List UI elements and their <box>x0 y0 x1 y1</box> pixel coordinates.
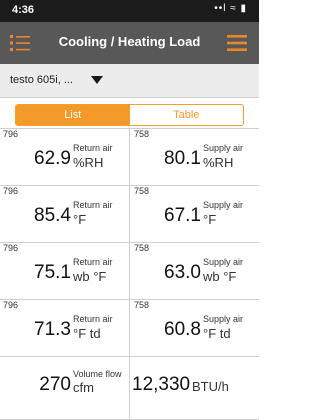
probe-serial: 758 <box>134 243 150 253</box>
probe-serial: 796 <box>3 300 19 310</box>
measurement-desc: Supply air <box>203 314 244 324</box>
measurement-value: 71.3 <box>34 319 71 340</box>
probe-serial: 758 <box>134 300 150 310</box>
measurement-value: 60.8 <box>164 319 201 340</box>
load-unit: BTU/h <box>192 379 229 394</box>
measurement-cell[interactable]: 758 67.1 Supply air °F <box>130 185 259 242</box>
measurement-value: 75.1 <box>34 262 71 283</box>
measurement-unit: °F <box>73 212 87 227</box>
measurement-desc: Supply air <box>203 143 244 153</box>
probe-serial: 796 <box>3 243 19 253</box>
measurement-value: 80.1 <box>164 148 201 169</box>
measurement-cell[interactable]: 796 85.4 Return air °F <box>0 185 129 242</box>
measurement-value: 62.9 <box>34 148 71 169</box>
probe-serial: 758 <box>134 129 150 139</box>
measurement-cell[interactable]: 758 63.0 Supply air wb °F <box>130 242 259 299</box>
measurement-unit: °F td <box>73 326 101 341</box>
device-name: testo 605i, ... <box>10 74 73 86</box>
measurement-unit: °F <box>203 212 217 227</box>
measurement-unit: °F td <box>203 326 231 341</box>
load-value: 12,330 <box>132 374 191 395</box>
volume-flow-unit: cfm <box>73 380 94 395</box>
measurement-desc: Supply air <box>203 200 244 210</box>
page-title: Cooling / Heating Load <box>58 34 201 49</box>
probe-serial: 796 <box>3 129 19 139</box>
measurement-unit: wb °F <box>203 269 237 284</box>
measurement-value: 85.4 <box>34 205 71 226</box>
measurement-desc: Return air <box>73 143 113 153</box>
nav-bar: Cooling / Heating Load <box>0 22 259 64</box>
volume-flow-value: 270 <box>39 374 71 395</box>
measurement-cell[interactable]: 796 62.9 Return air %RH <box>0 128 129 185</box>
status-time: 4:36 <box>12 4 35 16</box>
measurement-cell[interactable]: 796 75.1 Return air wb °F <box>0 242 129 299</box>
measurement-desc: Supply air <box>203 257 244 267</box>
status-bar: 4:36 ••l ≈ ▮ <box>0 0 259 22</box>
hamburger-menu-icon[interactable] <box>227 34 247 52</box>
volume-flow-desc: Volume flow <box>73 369 122 379</box>
tab-table[interactable]: Table <box>129 105 243 125</box>
measurement-desc: Return air <box>73 257 113 267</box>
measurement-value: 67.1 <box>164 205 201 226</box>
probe-serial: 796 <box>3 186 19 196</box>
measurement-cell[interactable]: 758 60.8 Supply air °F td <box>130 299 259 356</box>
measurement-desc: Return air <box>73 314 113 324</box>
chevron-down-icon[interactable] <box>91 76 103 84</box>
measurement-desc: Return air <box>73 200 113 210</box>
measurement-unit: wb °F <box>73 269 107 284</box>
measurement-value: 63.0 <box>164 262 201 283</box>
device-selector[interactable]: testo 605i, ... <box>0 64 259 98</box>
measurement-cell[interactable]: 758 80.1 Supply air %RH <box>130 128 259 185</box>
tab-list[interactable]: List <box>16 105 130 125</box>
measurement-unit: %RH <box>203 155 234 170</box>
probe-serial: 758 <box>134 186 150 196</box>
load-cell[interactable]: 12,330 BTU/h <box>130 366 259 420</box>
measurement-unit: %RH <box>73 155 104 170</box>
view-toggle: List Table <box>15 104 244 126</box>
status-icons: ••l ≈ ▮ <box>214 3 247 14</box>
measurement-cell[interactable]: 796 71.3 Return air °F td <box>0 299 129 356</box>
volume-flow-cell[interactable]: 270 Volume flow cfm <box>0 366 129 420</box>
